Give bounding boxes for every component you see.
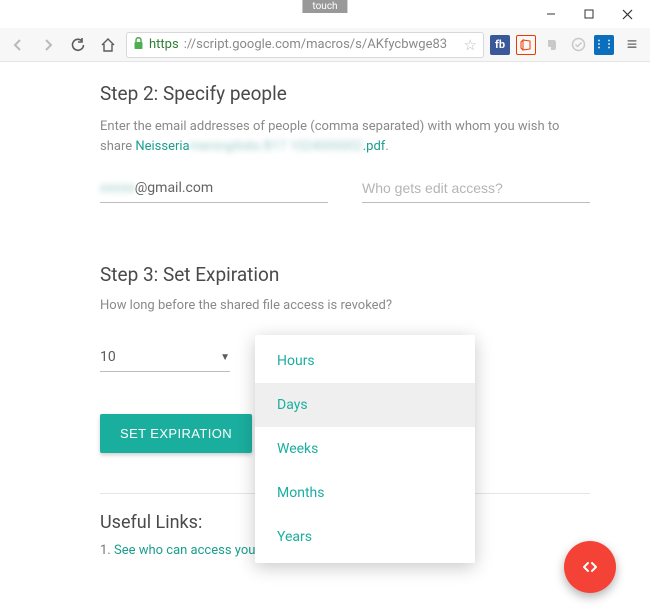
expiration-number-select[interactable]: 10 ▼ xyxy=(100,343,230,372)
dropdown-item-weeks[interactable]: Weeks xyxy=(255,427,475,471)
forward-button[interactable] xyxy=(36,33,60,57)
lock-icon xyxy=(133,37,144,53)
url-path: ://script.google.com/macros/s/AKfycbwge8… xyxy=(184,37,447,52)
touch-indicator: touch xyxy=(302,0,347,13)
window-minimize-button[interactable] xyxy=(532,1,570,27)
step2-description: Enter the email addresses of people (com… xyxy=(100,117,590,156)
dropdown-item-hours[interactable]: Hours xyxy=(255,339,475,383)
step3-description: How long before the shared file access i… xyxy=(100,298,590,313)
dropdown-item-months[interactable]: Months xyxy=(255,471,475,515)
file-name-start: Neisseria xyxy=(135,139,189,154)
useful-link-1-num: 1. xyxy=(100,543,114,558)
url-protocol: https xyxy=(149,37,179,52)
extension-office-icon[interactable] xyxy=(516,35,536,55)
toolbar: https ://script.google.com/macros/s/AKfy… xyxy=(0,28,650,62)
window-titlebar: touch xyxy=(0,0,650,28)
expiration-unit-dropdown: HoursDaysWeeksMonthsYears xyxy=(255,335,475,563)
bookmark-star-icon[interactable]: ☆ xyxy=(464,36,477,54)
caret-down-icon: ▼ xyxy=(220,352,230,363)
shared-file-link[interactable]: Neisseriameningitidis B17 1024000002.pdf xyxy=(135,139,385,154)
extension-idm-icon[interactable]: ⋮⋮ xyxy=(594,35,614,55)
file-name-ext: .pdf xyxy=(363,139,386,154)
window-maximize-button[interactable] xyxy=(570,1,608,27)
desc-period: . xyxy=(385,139,388,154)
step3-title: Step 3: Set Expiration xyxy=(100,263,590,286)
extension-evernote-icon[interactable] xyxy=(542,35,562,55)
address-bar[interactable]: https ://script.google.com/macros/s/AKfy… xyxy=(126,32,484,58)
extension-safe-icon[interactable] xyxy=(568,35,588,55)
chrome-menu-button[interactable]: ≡ xyxy=(620,34,644,55)
view-access-input[interactable]: xxxxx@gmail.com xyxy=(100,174,328,203)
step2-title: Step 2: Specify people xyxy=(100,82,590,105)
extension-facebook-icon[interactable]: fb xyxy=(490,35,510,55)
code-fab-button[interactable] xyxy=(564,541,616,593)
email-blurred-part: xxxxx xyxy=(100,180,135,196)
email-domain-part: @gmail.com xyxy=(135,180,213,196)
dropdown-item-years[interactable]: Years xyxy=(255,515,475,559)
dropdown-item-days[interactable]: Days xyxy=(255,383,475,427)
reload-button[interactable] xyxy=(66,33,90,57)
edit-access-input[interactable] xyxy=(362,174,590,203)
window-close-button[interactable] xyxy=(608,1,646,27)
code-icon xyxy=(580,557,600,577)
set-expiration-button[interactable]: SET EXPIRATION xyxy=(100,414,252,453)
expiration-number-value: 10 xyxy=(100,349,116,365)
page-viewport[interactable]: Step 2: Specify people Enter the email a… xyxy=(0,62,650,613)
home-button[interactable] xyxy=(96,33,120,57)
file-name-blurred: meningitidis B17 1024000002 xyxy=(190,139,363,154)
back-button[interactable] xyxy=(6,33,30,57)
